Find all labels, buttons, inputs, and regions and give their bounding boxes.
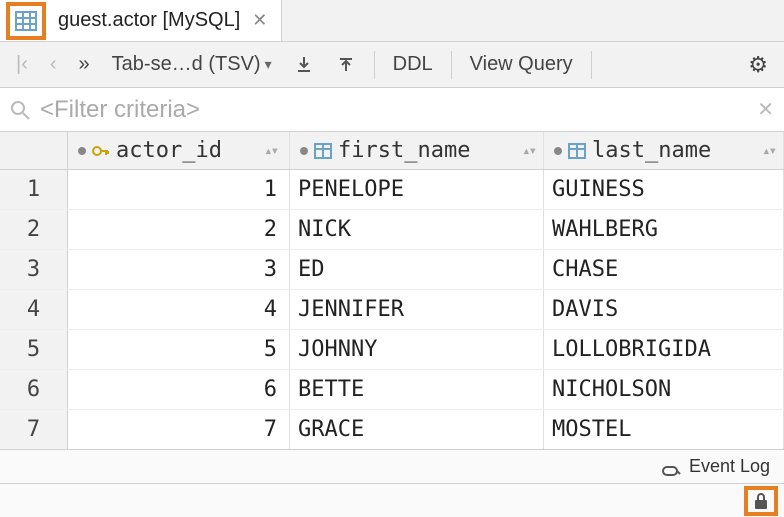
- upload-button[interactable]: [328, 51, 364, 79]
- sort-icon: ▴▾: [522, 143, 535, 159]
- column-dot-icon: [300, 147, 308, 155]
- grid-header: actor_id ▴▾ first_name ▴▾ last_name ▴▾: [0, 132, 784, 170]
- table-row[interactable]: 55JOHNNYLOLLOBRIGIDA: [0, 330, 784, 370]
- chevron-down-icon: ▾: [265, 56, 272, 73]
- nav-prev-button[interactable]: ‹: [42, 49, 65, 80]
- row-number: 5: [0, 330, 68, 369]
- cell-first-name[interactable]: GRACE: [290, 410, 544, 449]
- upload-icon: [336, 55, 356, 75]
- search-icon: [10, 100, 30, 120]
- table-row[interactable]: 33EDCHASE: [0, 250, 784, 290]
- header-label: first_name: [338, 138, 470, 163]
- column-icon: [568, 143, 586, 159]
- cell-first-name[interactable]: NICK: [290, 210, 544, 249]
- gear-icon: ⚙: [748, 52, 768, 78]
- cell-last-name[interactable]: WAHLBERG: [544, 210, 784, 249]
- cell-actor-id[interactable]: 5: [68, 330, 290, 369]
- separator: [374, 51, 375, 79]
- cell-last-name[interactable]: NICHOLSON: [544, 370, 784, 409]
- cell-first-name[interactable]: JENNIFER: [290, 290, 544, 329]
- tab-guest-actor[interactable]: guest.actor [MySQL] ✕: [0, 0, 282, 41]
- header-label: actor_id: [116, 138, 222, 163]
- cell-last-name[interactable]: DAVIS: [544, 290, 784, 329]
- table-row[interactable]: 66BETTENICHOLSON: [0, 370, 784, 410]
- cell-last-name[interactable]: MOSTEL: [544, 410, 784, 449]
- cell-first-name[interactable]: ED: [290, 250, 544, 289]
- download-icon: [294, 55, 314, 75]
- export-format-dropdown[interactable]: Tab-se…d (TSV) ▾: [104, 49, 280, 80]
- event-log-icon: [661, 458, 681, 476]
- header-label: last_name: [592, 138, 711, 163]
- separator: [591, 51, 592, 79]
- column-dot-icon: [554, 147, 562, 155]
- download-button[interactable]: [286, 51, 322, 79]
- filter-input[interactable]: [40, 96, 747, 124]
- clear-filter-icon[interactable]: ✕: [757, 97, 774, 122]
- cell-actor-id[interactable]: 1: [68, 170, 290, 209]
- cell-last-name[interactable]: LOLLOBRIGIDA: [544, 330, 784, 369]
- tab-strip: guest.actor [MySQL] ✕: [0, 0, 784, 42]
- table-row[interactable]: 77GRACEMOSTEL: [0, 410, 784, 449]
- sort-icon: ▴▾: [762, 143, 775, 159]
- column-dot-icon: [78, 147, 86, 155]
- cell-first-name[interactable]: JOHNNY: [290, 330, 544, 369]
- table-row[interactable]: 11PENELOPEGUINESS: [0, 170, 784, 210]
- row-number: 2: [0, 210, 68, 249]
- toolbar: |‹ ‹ » Tab-se…d (TSV) ▾ DDL View Query ⚙: [0, 42, 784, 88]
- column-icon: [314, 143, 332, 159]
- filter-bar: ✕: [0, 88, 784, 132]
- row-number: 7: [0, 410, 68, 449]
- cell-actor-id[interactable]: 2: [68, 210, 290, 249]
- event-log-button[interactable]: Event Log: [689, 456, 770, 477]
- header-first-name[interactable]: first_name ▴▾: [290, 132, 544, 169]
- settings-button[interactable]: ⚙: [740, 48, 776, 82]
- ddl-button[interactable]: DDL: [385, 49, 441, 80]
- sort-icon: ▴▾: [264, 143, 277, 159]
- view-query-button[interactable]: View Query: [462, 49, 581, 80]
- cell-actor-id[interactable]: 3: [68, 250, 290, 289]
- table-row[interactable]: 22NICKWAHLBERG: [0, 210, 784, 250]
- row-number: 6: [0, 370, 68, 409]
- cell-actor-id[interactable]: 7: [68, 410, 290, 449]
- separator: [451, 51, 452, 79]
- cell-last-name[interactable]: CHASE: [544, 250, 784, 289]
- row-number: 3: [0, 250, 68, 289]
- tab-title: guest.actor [MySQL]: [58, 9, 240, 32]
- data-grid: actor_id ▴▾ first_name ▴▾ last_name ▴▾ 1…: [0, 132, 784, 449]
- lock-icon[interactable]: [744, 486, 778, 516]
- row-number: 4: [0, 290, 68, 329]
- table-row[interactable]: 44JENNIFERDAVIS: [0, 290, 784, 330]
- table-icon: [6, 2, 46, 40]
- primary-key-icon: [92, 143, 110, 159]
- cell-last-name[interactable]: GUINESS: [544, 170, 784, 209]
- cell-actor-id[interactable]: 4: [68, 290, 290, 329]
- header-last-name[interactable]: last_name ▴▾: [544, 132, 784, 169]
- row-number: 1: [0, 170, 68, 209]
- bottom-bar: [0, 483, 784, 517]
- cell-first-name[interactable]: PENELOPE: [290, 170, 544, 209]
- close-icon[interactable]: ✕: [248, 10, 271, 31]
- cell-actor-id[interactable]: 6: [68, 370, 290, 409]
- export-format-label: Tab-se…d (TSV): [112, 53, 261, 76]
- nav-first-button[interactable]: |‹: [8, 49, 36, 80]
- cell-first-name[interactable]: BETTE: [290, 370, 544, 409]
- status-bar: Event Log: [0, 449, 784, 483]
- grid-body: 11PENELOPEGUINESS22NICKWAHLBERG33EDCHASE…: [0, 170, 784, 449]
- header-actor-id[interactable]: actor_id ▴▾: [68, 132, 290, 169]
- nav-more-button[interactable]: »: [71, 49, 98, 80]
- header-rownum: [0, 132, 68, 169]
